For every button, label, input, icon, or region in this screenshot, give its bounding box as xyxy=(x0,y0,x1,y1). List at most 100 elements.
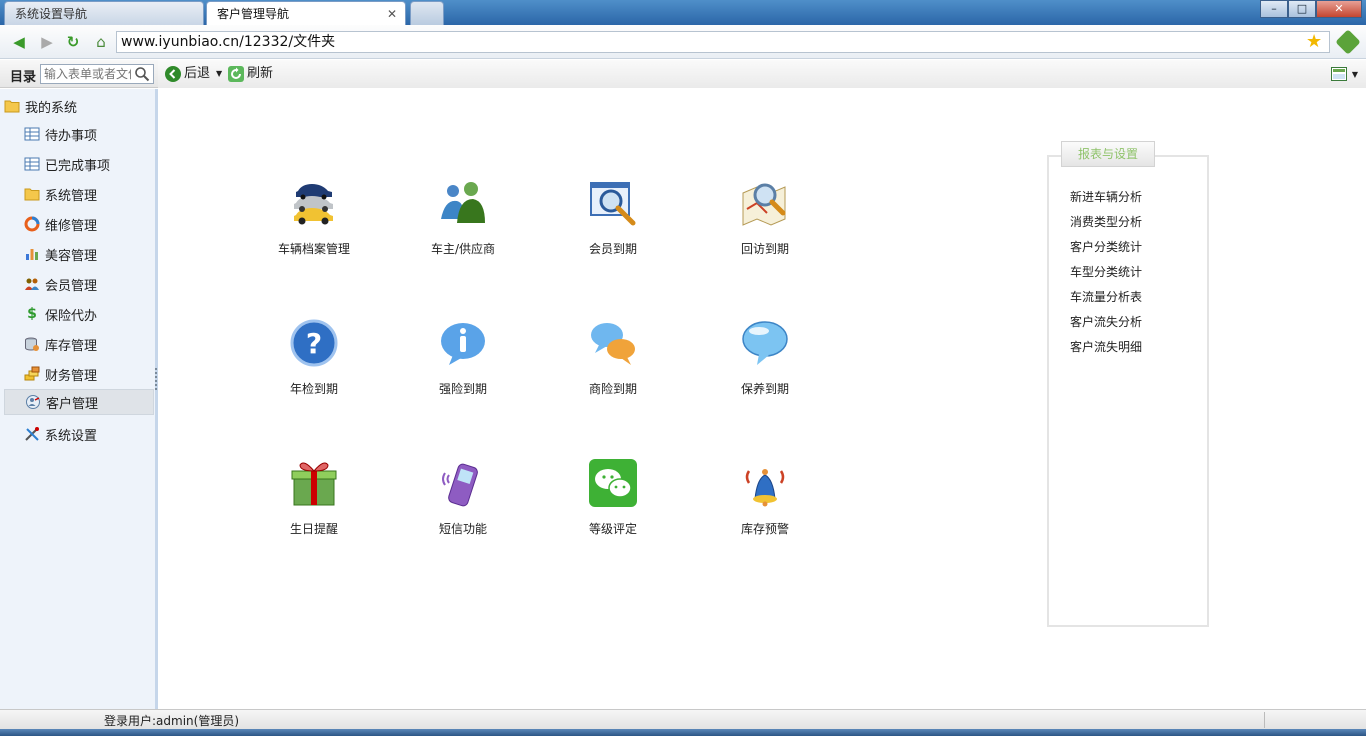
report-link-traffic-analysis[interactable]: 车流量分析表 xyxy=(1070,287,1142,312)
tile-label: 等级评定 xyxy=(588,522,637,536)
sidebar-item-completed[interactable]: 已完成事项 xyxy=(4,151,154,177)
cars-icon xyxy=(294,184,333,225)
tab-bar: 系统设置导航 客户管理导航 ✕ – □ ✕ xyxy=(0,0,1366,25)
tile-vehicle-records[interactable]: 车辆档案管理 xyxy=(259,179,369,269)
sidebar-item-customer-management[interactable]: 客户管理 xyxy=(4,389,154,415)
tab-label: 系统设置导航 xyxy=(15,7,88,21)
bar-chart-icon xyxy=(26,249,38,260)
coins-icon xyxy=(24,366,40,381)
logged-in-user: 登录用户:admin(管理员) xyxy=(104,714,240,728)
reports-list: 新进车辆分析 消费类型分析 客户分类统计 车型分类统计 车流量分析表 客户流失分… xyxy=(1070,187,1142,362)
sidebar: 我的系统 待办事项 已完成事项 系统管理 维修管理 美容管理 会员管理 $ 保险… xyxy=(0,89,158,709)
tile-inventory-warning[interactable]: 库存预警 xyxy=(710,459,820,549)
back-button[interactable]: 后退 ▼ xyxy=(165,65,222,83)
magnifier-window-icon xyxy=(590,182,636,226)
sidebar-item-insurance-agency[interactable]: $ 保险代办 xyxy=(4,301,154,327)
layout-icon xyxy=(1330,67,1347,81)
report-link-customer-churn-analysis[interactable]: 客户流失分析 xyxy=(1070,312,1142,337)
tile-label: 年检到期 xyxy=(289,382,338,396)
sidebar-item-finance-management[interactable]: 财务管理 xyxy=(4,361,154,387)
group-icon xyxy=(25,278,39,290)
bell-icon xyxy=(745,469,785,507)
question-icon: ? xyxy=(290,319,338,367)
sidebar-item-todo[interactable]: 待办事项 xyxy=(4,121,154,147)
reload-icon[interactable]: ↻ xyxy=(64,33,82,51)
view-menu-button[interactable]: ▼ xyxy=(1330,67,1358,81)
report-link-consumption-type-analysis[interactable]: 消费类型分析 xyxy=(1070,212,1142,237)
chevron-down-icon[interactable]: ▼ xyxy=(216,65,222,83)
sidebar-title: 目录 xyxy=(10,70,37,85)
extension-icon[interactable] xyxy=(1335,29,1361,55)
tile-label: 回访到期 xyxy=(740,242,789,256)
tile-sms-function[interactable]: 短信功能 xyxy=(408,459,518,549)
tile-birthday-reminder[interactable]: 生日提醒 xyxy=(259,459,369,549)
report-link-customer-category-stats[interactable]: 客户分类统计 xyxy=(1070,237,1142,262)
wechat-icon xyxy=(589,459,637,507)
tile-label: 库存预警 xyxy=(740,522,789,536)
info-bubble-icon xyxy=(441,323,485,365)
minimize-button[interactable]: – xyxy=(1260,0,1288,18)
tab-customer-management-nav[interactable]: 客户管理导航 ✕ xyxy=(206,1,406,25)
maximize-button[interactable]: □ xyxy=(1288,0,1316,18)
svg-text:?: ? xyxy=(306,327,322,360)
chevron-down-icon: ▼ xyxy=(1351,69,1358,79)
database-icon xyxy=(25,337,39,351)
refresh-icon xyxy=(228,66,244,82)
tile-commercial-insurance-expiry[interactable]: 商险到期 xyxy=(558,319,668,409)
search-icon[interactable] xyxy=(134,66,150,82)
tree-root-my-system[interactable]: 我的系统 xyxy=(4,96,77,116)
report-link-customer-churn-details[interactable]: 客户流失明细 xyxy=(1070,337,1142,362)
speech-bubble-icon xyxy=(742,321,788,365)
tile-label: 车主/供应商 xyxy=(430,242,496,256)
customer-icon xyxy=(26,395,40,409)
back-arrow-icon[interactable]: ◀ xyxy=(10,33,28,51)
report-link-new-vehicle-analysis[interactable]: 新进车辆分析 xyxy=(1070,187,1142,212)
close-tab-icon[interactable]: ✕ xyxy=(387,2,397,26)
sidebar-header: 目录 xyxy=(0,60,158,88)
favorite-star-icon[interactable]: ★ xyxy=(1306,31,1322,52)
sidebar-item-system-management[interactable]: 系统管理 xyxy=(4,181,154,207)
tile-maintenance-expiry[interactable]: 保养到期 xyxy=(710,319,820,409)
tab-system-settings-nav[interactable]: 系统设置导航 xyxy=(4,1,204,25)
sidebar-item-label: 客户管理 xyxy=(46,396,99,412)
sidebar-item-label: 库存管理 xyxy=(45,338,98,354)
grid-icon xyxy=(24,157,40,171)
folder-icon xyxy=(4,100,20,113)
sidebar-item-label: 财务管理 xyxy=(45,368,98,384)
report-link-vehicle-model-stats[interactable]: 车型分类统计 xyxy=(1070,262,1142,287)
sidebar-item-label: 已完成事项 xyxy=(45,158,111,174)
sidebar-item-label: 待办事项 xyxy=(45,128,98,144)
sidebar-item-inventory-management[interactable]: 库存管理 xyxy=(4,331,154,357)
url-input[interactable]: www.iyunbiao.cn/12332/文件夹 xyxy=(116,31,1330,53)
tile-label: 强险到期 xyxy=(438,382,487,396)
content-toolbar: 后退 ▼ 刷新 ▼ xyxy=(158,60,1366,88)
forward-arrow-icon[interactable]: ▶ xyxy=(38,33,56,51)
grid-icon xyxy=(24,127,40,141)
refresh-button[interactable]: 刷新 xyxy=(228,65,273,83)
tile-label: 商险到期 xyxy=(588,382,637,396)
sidebar-item-label: 系统设置 xyxy=(45,428,98,444)
tile-label: 生日提醒 xyxy=(289,522,338,536)
sidebar-item-beauty-management[interactable]: 美容管理 xyxy=(4,241,154,267)
folder-icon xyxy=(24,188,40,201)
tile-compulsory-insurance-expiry[interactable]: 强险到期 xyxy=(408,319,518,409)
ring-icon xyxy=(24,216,40,232)
tile-member-expiry[interactable]: 会员到期 xyxy=(558,179,668,269)
sidebar-item-member-management[interactable]: 会员管理 xyxy=(4,271,154,297)
back-label: 后退 xyxy=(184,66,211,81)
status-divider xyxy=(1264,712,1265,728)
home-icon[interactable]: ⌂ xyxy=(92,33,110,51)
tile-owners-suppliers[interactable]: 车主/供应商 xyxy=(408,179,518,269)
window-controls: – □ ✕ xyxy=(1260,0,1362,18)
tile-revisit-expiry[interactable]: 回访到期 xyxy=(710,179,820,269)
sidebar-item-label: 会员管理 xyxy=(45,278,98,294)
new-tab-button[interactable] xyxy=(410,1,444,25)
phone-icon xyxy=(442,463,478,507)
sidebar-item-repair-management[interactable]: 维修管理 xyxy=(4,211,154,237)
tile-annual-inspection-expiry[interactable]: ? 年检到期 xyxy=(259,319,369,409)
back-circle-icon xyxy=(165,66,181,82)
tile-level-rating[interactable]: 等级评定 xyxy=(558,459,668,549)
close-window-button[interactable]: ✕ xyxy=(1316,0,1362,18)
sidebar-splitter[interactable] xyxy=(155,368,157,392)
sidebar-item-system-settings[interactable]: 系统设置 xyxy=(4,421,154,447)
